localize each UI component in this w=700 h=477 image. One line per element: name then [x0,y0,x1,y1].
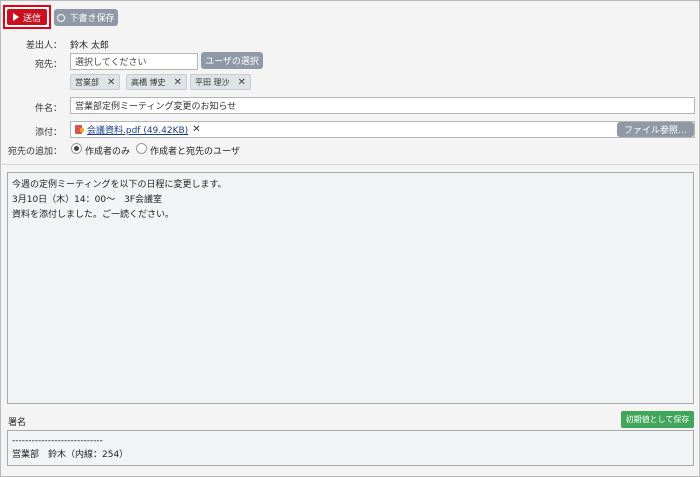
radio-author-only-label: 作成者のみ [85,147,131,157]
body-line: 今週の定例ミーティングを以下の日程に変更します。 [12,180,227,190]
add-to-label: 宛先の追加： [7,147,62,157]
body-line: 資料を添付しました。ご一読ください。 [12,210,175,220]
save-draft-label: 下書き保存 [69,14,115,24]
signature-line: ---------------------------- [12,436,103,446]
attachment-field: 会議資料.pdf (49.42KB) ✕ [70,121,695,138]
compose-window: 送信 下書き保存 差出人： 鈴木 太郎 宛先： 選択してください ユーザの選択 … [0,0,700,477]
remove-icon[interactable]: ✕ [238,77,246,88]
signature-line: 営業部 鈴木（内線：254） [12,450,129,460]
signature-label: 署名 [8,418,27,428]
radio-author-and-recipients-label: 作成者と宛先のユーザ [150,147,240,157]
recipient-tag-label: 高橋 博史 [131,77,166,87]
sender-value: 鈴木 太郎 [70,41,109,51]
recipient-tag: 営業部 ✕ [70,74,121,90]
recipient-tag-label: 平田 理沙 [195,77,230,87]
play-icon [12,13,19,21]
attach-label: 添付： [34,128,62,138]
send-button[interactable]: 送信 [7,9,47,25]
select-user-button[interactable]: ユーザの選択 [201,52,263,69]
compose-header: 送信 下書き保存 差出人： 鈴木 太郎 宛先： 選択してください ユーザの選択 … [2,2,698,165]
remove-attachment-icon[interactable]: ✕ [192,124,200,135]
save-default-signature-button[interactable]: 初期値として保存 [621,411,694,428]
signature-body[interactable]: ---------------------------- 営業部 鈴木（内線：2… [7,430,694,466]
file-browse-button[interactable]: ファイル参照… [617,122,694,137]
recipient-tag: 平田 理沙 ✕ [190,74,251,90]
to-input[interactable]: 選択してください [70,53,198,70]
remove-icon[interactable]: ✕ [107,77,115,88]
subject-label: 件名： [34,104,62,114]
message-body[interactable]: 今週の定例ミーティングを以下の日程に変更します。 3月10日（木）14：00～ … [7,172,694,404]
radio-author-and-recipients[interactable] [136,143,147,154]
recipient-tag-label: 営業部 [75,77,99,87]
recipient-tag: 高橋 博史 ✕ [126,74,187,90]
subject-input-value: 営業部定例ミーティング変更のお知らせ [75,102,237,112]
to-label: 宛先： [34,60,62,70]
send-button-label: 送信 [22,13,41,24]
sender-label: 差出人： [25,41,62,51]
pdf-file-icon [75,125,84,134]
attachment-link[interactable]: 会議資料.pdf (49.42KB) [87,123,188,136]
circle-icon [57,13,66,22]
radio-author-only[interactable] [71,143,82,154]
body-line: 3月10日（木）14：00～ 3F会議室 [12,195,162,205]
to-input-placeholder: 選択してください [75,58,147,68]
remove-icon[interactable]: ✕ [174,77,182,88]
send-button-highlight: 送信 [3,5,51,29]
subject-input[interactable]: 営業部定例ミーティング変更のお知らせ [70,97,695,114]
save-draft-button[interactable]: 下書き保存 [54,9,118,26]
